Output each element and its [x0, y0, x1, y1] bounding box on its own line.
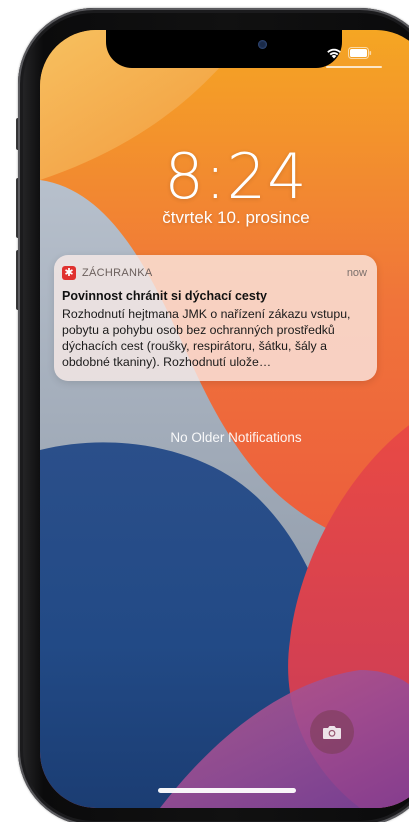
camera-icon — [323, 726, 341, 739]
notch — [106, 30, 342, 68]
control-center-indicator[interactable] — [326, 66, 382, 68]
no-older-notifications-label: No Older Notifications — [170, 430, 302, 445]
wifi-icon — [327, 48, 341, 59]
notification-title: Povinnost chránit si dýchací cesty — [62, 289, 267, 303]
camera-button[interactable] — [310, 710, 354, 754]
notification-header: ✱ ZÁCHRANKA now — [62, 265, 367, 281]
star-of-life-icon: ✱ — [62, 266, 76, 280]
battery-icon — [348, 47, 372, 59]
front-camera — [258, 40, 267, 49]
lock-screen-date: čtvrtek 10. prosince — [162, 208, 310, 227]
notification-body: Rozhodnutí hejtmana JMK o nařízení zákaz… — [62, 307, 351, 369]
status-bar — [326, 46, 372, 60]
notification-card[interactable]: ✱ ZÁCHRANKA now Povinnost chránit si dýc… — [54, 255, 377, 381]
lock-screen: 8:24 čtvrtek 10. prosince ✱ ZÁCHRANKA no… — [40, 30, 409, 808]
notification-time: now — [346, 267, 367, 279]
device-screenshot: 8:24 čtvrtek 10. prosince ✱ ZÁCHRANKA no… — [0, 0, 409, 822]
home-indicator[interactable] — [158, 788, 296, 793]
notification-app-name: ZÁCHRANKA — [82, 267, 153, 279]
lock-screen-time: 8:24 — [164, 140, 308, 213]
